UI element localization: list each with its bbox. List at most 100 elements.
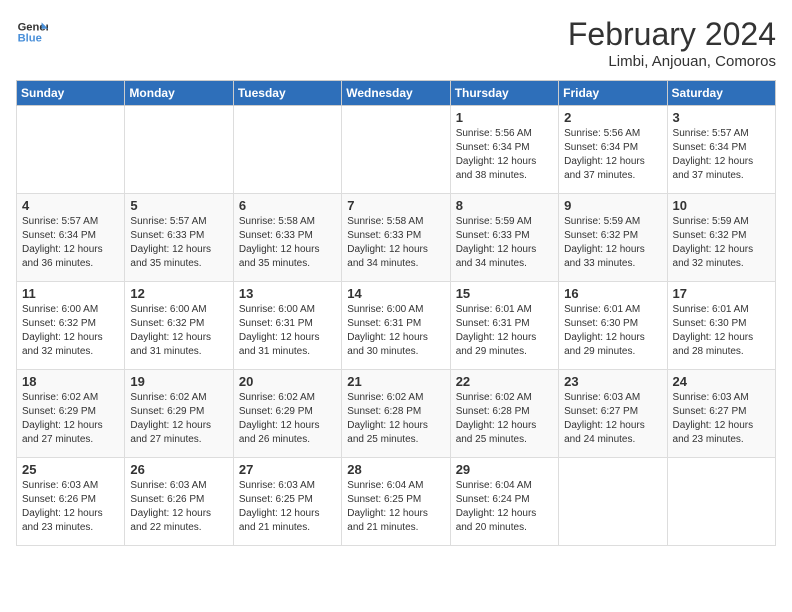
day-info: Sunrise: 6:01 AM Sunset: 6:30 PM Dayligh…: [564, 303, 661, 359]
header: General Blue February 2024 Limbi, Anjoua…: [16, 16, 776, 70]
day-info: Sunrise: 6:00 AM Sunset: 6:31 PM Dayligh…: [347, 303, 444, 359]
calendar-week-1: 1 Sunrise: 5:56 AM Sunset: 6:34 PM Daylig…: [17, 106, 776, 194]
day-number: 23: [564, 374, 661, 389]
day-info: Sunrise: 6:02 AM Sunset: 6:29 PM Dayligh…: [130, 391, 227, 447]
weekday-header-monday: Monday: [125, 81, 233, 106]
day-info: Sunrise: 6:03 AM Sunset: 6:25 PM Dayligh…: [239, 479, 336, 535]
calendar-cell: 10 Sunrise: 5:59 AM Sunset: 6:32 PM Dayli…: [667, 194, 775, 282]
day-info: Sunrise: 6:02 AM Sunset: 6:28 PM Dayligh…: [456, 391, 553, 447]
day-number: 13: [239, 286, 336, 301]
calendar-cell: 13 Sunrise: 6:00 AM Sunset: 6:31 PM Dayli…: [233, 282, 341, 370]
day-number: 18: [22, 374, 119, 389]
calendar-week-4: 18 Sunrise: 6:02 AM Sunset: 6:29 PM Dayli…: [17, 370, 776, 458]
day-info: Sunrise: 6:03 AM Sunset: 6:27 PM Dayligh…: [564, 391, 661, 447]
calendar-cell: 26 Sunrise: 6:03 AM Sunset: 6:26 PM Dayli…: [125, 458, 233, 546]
calendar-cell: 8Sunrise: 5:59 AM Sunset: 6:33 PM Daylig…: [450, 194, 558, 282]
logo-icon: General Blue: [16, 16, 48, 48]
calendar-cell: 5 Sunrise: 5:57 AM Sunset: 6:33 PM Daylig…: [125, 194, 233, 282]
day-number: 17: [673, 286, 770, 301]
day-info: Sunrise: 5:58 AM Sunset: 6:33 PM Dayligh…: [347, 215, 444, 271]
calendar-cell: 6 Sunrise: 5:58 AM Sunset: 6:33 PM Daylig…: [233, 194, 341, 282]
weekday-header-saturday: Saturday: [667, 81, 775, 106]
calendar-cell: 18 Sunrise: 6:02 AM Sunset: 6:29 PM Dayli…: [17, 370, 125, 458]
calendar-cell: [17, 106, 125, 194]
day-number: 27: [239, 462, 336, 477]
day-number: 21: [347, 374, 444, 389]
day-number: 4: [22, 198, 119, 213]
day-info: Sunrise: 5:59 AM Sunset: 6:32 PM Dayligh…: [564, 215, 661, 271]
day-info: Sunrise: 6:03 AM Sunset: 6:26 PM Dayligh…: [130, 479, 227, 535]
calendar-cell: 12 Sunrise: 6:00 AM Sunset: 6:32 PM Dayli…: [125, 282, 233, 370]
calendar-cell: 4 Sunrise: 5:57 AM Sunset: 6:34 PM Daylig…: [17, 194, 125, 282]
weekday-header-sunday: Sunday: [17, 81, 125, 106]
day-info: Sunrise: 5:58 AM Sunset: 6:33 PM Dayligh…: [239, 215, 336, 271]
calendar-table: SundayMondayTuesdayWednesdayThursdayFrid…: [16, 80, 776, 546]
day-info: Sunrise: 5:56 AM Sunset: 6:34 PM Dayligh…: [456, 127, 553, 183]
day-number: 22: [456, 374, 553, 389]
day-number: 7: [347, 198, 444, 213]
day-info: Sunrise: 6:02 AM Sunset: 6:29 PM Dayligh…: [22, 391, 119, 447]
weekday-header-tuesday: Tuesday: [233, 81, 341, 106]
calendar-cell: 9Sunrise: 5:59 AM Sunset: 6:32 PM Daylig…: [559, 194, 667, 282]
calendar-cell: 2Sunrise: 5:56 AM Sunset: 6:34 PM Daylig…: [559, 106, 667, 194]
day-number: 16: [564, 286, 661, 301]
day-number: 24: [673, 374, 770, 389]
calendar-cell: [233, 106, 341, 194]
calendar-cell: 25 Sunrise: 6:03 AM Sunset: 6:26 PM Dayli…: [17, 458, 125, 546]
calendar-cell: 22 Sunrise: 6:02 AM Sunset: 6:28 PM Dayli…: [450, 370, 558, 458]
day-number: 25: [22, 462, 119, 477]
day-number: 10: [673, 198, 770, 213]
calendar-cell: [667, 458, 775, 546]
weekday-header-thursday: Thursday: [450, 81, 558, 106]
page-title: February 2024: [568, 16, 776, 53]
calendar-cell: 7 Sunrise: 5:58 AM Sunset: 6:33 PM Daylig…: [342, 194, 450, 282]
weekday-header-friday: Friday: [559, 81, 667, 106]
calendar-cell: 20Sunrise: 6:02 AM Sunset: 6:29 PM Dayli…: [233, 370, 341, 458]
day-number: 3: [673, 110, 770, 125]
calendar-week-3: 11Sunrise: 6:00 AM Sunset: 6:32 PM Dayli…: [17, 282, 776, 370]
svg-text:Blue: Blue: [18, 33, 42, 45]
day-info: Sunrise: 6:03 AM Sunset: 6:26 PM Dayligh…: [22, 479, 119, 535]
calendar-cell: 16 Sunrise: 6:01 AM Sunset: 6:30 PM Dayli…: [559, 282, 667, 370]
calendar-cell: 3 Sunrise: 5:57 AM Sunset: 6:34 PM Daylig…: [667, 106, 775, 194]
day-info: Sunrise: 5:59 AM Sunset: 6:33 PM Dayligh…: [456, 215, 553, 271]
calendar-cell: [342, 106, 450, 194]
calendar-cell: 19 Sunrise: 6:02 AM Sunset: 6:29 PM Dayli…: [125, 370, 233, 458]
calendar-cell: 1 Sunrise: 5:56 AM Sunset: 6:34 PM Daylig…: [450, 106, 558, 194]
day-number: 6: [239, 198, 336, 213]
day-number: 29: [456, 462, 553, 477]
calendar-cell: 28 Sunrise: 6:04 AM Sunset: 6:25 PM Dayli…: [342, 458, 450, 546]
day-number: 1: [456, 110, 553, 125]
day-info: Sunrise: 6:01 AM Sunset: 6:31 PM Dayligh…: [456, 303, 553, 359]
day-number: 12: [130, 286, 227, 301]
day-number: 26: [130, 462, 227, 477]
weekday-header-row: SundayMondayTuesdayWednesdayThursdayFrid…: [17, 81, 776, 106]
calendar-cell: 14 Sunrise: 6:00 AM Sunset: 6:31 PM Dayli…: [342, 282, 450, 370]
calendar-cell: 29Sunrise: 6:04 AM Sunset: 6:24 PM Dayli…: [450, 458, 558, 546]
day-info: Sunrise: 5:57 AM Sunset: 6:34 PM Dayligh…: [673, 127, 770, 183]
day-number: 5: [130, 198, 227, 213]
title-area: February 2024 Limbi, Anjouan, Comoros: [568, 16, 776, 70]
day-info: Sunrise: 6:01 AM Sunset: 6:30 PM Dayligh…: [673, 303, 770, 359]
day-info: Sunrise: 6:02 AM Sunset: 6:28 PM Dayligh…: [347, 391, 444, 447]
day-number: 19: [130, 374, 227, 389]
weekday-header-wednesday: Wednesday: [342, 81, 450, 106]
day-info: Sunrise: 6:00 AM Sunset: 6:32 PM Dayligh…: [22, 303, 119, 359]
day-info: Sunrise: 5:59 AM Sunset: 6:32 PM Dayligh…: [673, 215, 770, 271]
day-info: Sunrise: 6:04 AM Sunset: 6:25 PM Dayligh…: [347, 479, 444, 535]
day-number: 15: [456, 286, 553, 301]
day-info: Sunrise: 6:00 AM Sunset: 6:32 PM Dayligh…: [130, 303, 227, 359]
page-subtitle: Limbi, Anjouan, Comoros: [568, 53, 776, 70]
day-info: Sunrise: 6:00 AM Sunset: 6:31 PM Dayligh…: [239, 303, 336, 359]
day-number: 14: [347, 286, 444, 301]
day-number: 28: [347, 462, 444, 477]
calendar-week-2: 4 Sunrise: 5:57 AM Sunset: 6:34 PM Daylig…: [17, 194, 776, 282]
calendar-cell: 11Sunrise: 6:00 AM Sunset: 6:32 PM Dayli…: [17, 282, 125, 370]
logo: General Blue: [16, 16, 48, 48]
day-info: Sunrise: 5:56 AM Sunset: 6:34 PM Dayligh…: [564, 127, 661, 183]
day-info: Sunrise: 5:57 AM Sunset: 6:34 PM Dayligh…: [22, 215, 119, 271]
day-info: Sunrise: 5:57 AM Sunset: 6:33 PM Dayligh…: [130, 215, 227, 271]
calendar-cell: 15 Sunrise: 6:01 AM Sunset: 6:31 PM Dayli…: [450, 282, 558, 370]
calendar-cell: 23 Sunrise: 6:03 AM Sunset: 6:27 PM Dayli…: [559, 370, 667, 458]
calendar-cell: 24Sunrise: 6:03 AM Sunset: 6:27 PM Dayli…: [667, 370, 775, 458]
